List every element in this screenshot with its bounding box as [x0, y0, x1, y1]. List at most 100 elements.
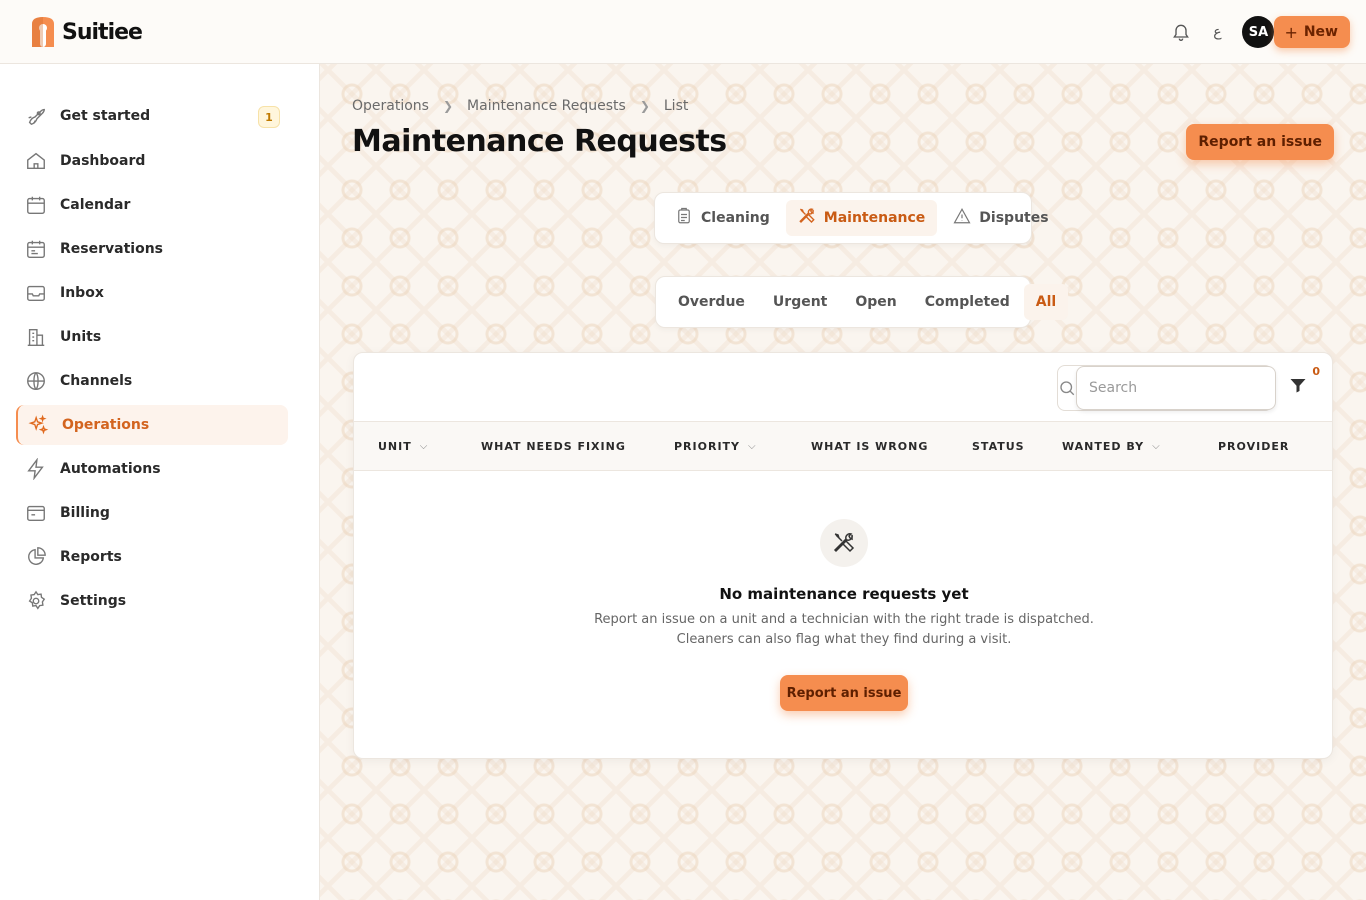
sidebar-item-label: Operations: [62, 417, 150, 433]
language-switch[interactable]: ع: [1210, 24, 1224, 40]
app-logo[interactable]: Suitiee: [30, 16, 143, 48]
pie-chart-icon: [24, 545, 48, 569]
sidebar-item-label: Automations: [60, 461, 161, 477]
page-title: Maintenance Requests: [352, 124, 727, 159]
sidebar-item-operations[interactable]: Operations: [16, 405, 288, 445]
chevron-down-icon: ⌵: [748, 440, 757, 452]
column-wanted-by[interactable]: WANTED BY ⌵: [1062, 422, 1161, 470]
column-what-needs-fixing: WHAT NEEDS FIXING: [481, 422, 626, 470]
sidebar-item-calendar[interactable]: Calendar: [16, 185, 288, 225]
empty-state-title: No maintenance requests yet: [719, 585, 969, 603]
sidebar-item-label: Units: [60, 329, 102, 345]
sidebar-item-reservations[interactable]: Reservations: [16, 229, 288, 269]
breadcrumb: Operations ❯ Maintenance Requests ❯ List: [352, 98, 688, 114]
tools-icon: [798, 207, 816, 229]
tab-disputes[interactable]: Disputes: [941, 200, 1060, 236]
empty-state-text: Report an issue on a unit and a technici…: [594, 612, 1094, 627]
sidebar-item-settings[interactable]: Settings: [16, 581, 288, 621]
lightning-icon: [24, 457, 48, 481]
search-box: [1057, 365, 1276, 411]
clipboard-icon: [675, 207, 693, 229]
chevron-down-icon: ⌵: [419, 440, 429, 452]
tab-maintenance[interactable]: Maintenance: [785, 200, 938, 236]
top-bar: Suitiee ع SA + New: [0, 0, 1366, 64]
rocket-icon: [24, 104, 48, 128]
tab-cleaning[interactable]: Cleaning: [663, 200, 782, 236]
report-issue-button[interactable]: Report an issue: [1186, 124, 1334, 160]
new-button[interactable]: + New: [1274, 16, 1350, 48]
tab-label: Disputes: [979, 210, 1049, 226]
count-badge: 1: [258, 106, 280, 128]
sidebar-item-get-started[interactable]: Get started 1: [16, 96, 288, 136]
sidebar-item-automations[interactable]: Automations: [16, 449, 288, 489]
plus-icon: +: [1284, 22, 1298, 42]
table-header: UNIT ⌵ WHAT NEEDS FIXING PRIORITY ⌵ WHAT I…: [354, 421, 1332, 471]
sidebar-item-label: Calendar: [60, 197, 131, 213]
filter-completed[interactable]: Completed: [911, 284, 1024, 320]
sidebar-item-label: Get started: [60, 108, 151, 124]
search-input[interactable]: [1076, 366, 1276, 410]
sidebar-item-label: Inbox: [60, 285, 104, 301]
globe-icon: [24, 369, 48, 393]
bell-icon[interactable]: [1170, 21, 1192, 43]
breadcrumb-operations[interactable]: Operations: [352, 98, 429, 114]
sidebar: Get started 1 Dashboard Calendar Reserva…: [0, 64, 320, 900]
column-status: STATUS: [972, 422, 1025, 470]
column-what-is-wrong: WHAT IS WRONG: [811, 422, 928, 470]
sidebar-item-dashboard[interactable]: Dashboard: [16, 141, 288, 181]
reservations-calendar-icon: [24, 237, 48, 261]
sidebar-item-label: Dashboard: [60, 153, 146, 169]
filter-icon[interactable]: [1286, 373, 1310, 397]
column-label: UNIT: [378, 439, 412, 453]
column-label: STATUS: [972, 439, 1025, 453]
sidebar-item-label: Channels: [60, 373, 133, 389]
column-priority[interactable]: PRIORITY ⌵: [674, 422, 757, 470]
sidebar-item-billing[interactable]: Billing: [16, 493, 288, 533]
column-label: PROVIDER: [1218, 439, 1290, 453]
filter-overdue[interactable]: Overdue: [664, 284, 759, 320]
sidebar-item-label: Billing: [60, 505, 110, 521]
requests-table-card: 0 UNIT ⌵ WHAT NEEDS FIXING PRIORITY ⌵ WHAT…: [353, 352, 1333, 759]
chevron-right-icon: ❯: [639, 99, 650, 113]
gear-icon: [24, 589, 48, 613]
search-icon: [1058, 379, 1076, 397]
category-tabs: Cleaning Maintenance Disputes: [654, 192, 1049, 244]
column-label: PRIORITY: [674, 439, 741, 453]
column-label: WHAT NEEDS FIXING: [481, 439, 626, 453]
sidebar-item-label: Settings: [60, 593, 127, 609]
main-content: Operations ❯ Maintenance Requests ❯ List…: [320, 64, 1366, 900]
building-icon: [24, 325, 48, 349]
sidebar-item-inbox[interactable]: Inbox: [16, 273, 288, 313]
wallet-icon: [24, 501, 48, 525]
report-issue-button[interactable]: Report an issue: [780, 675, 908, 711]
column-provider: PROVIDER: [1218, 422, 1289, 470]
home-icon: [24, 149, 48, 173]
avatar[interactable]: SA: [1242, 16, 1275, 48]
new-button-label: New: [1303, 24, 1338, 40]
tools-icon: [820, 519, 868, 567]
filter-urgent[interactable]: Urgent: [759, 284, 841, 320]
filter-open[interactable]: Open: [841, 284, 910, 320]
column-unit[interactable]: UNIT ⌵: [378, 422, 428, 470]
breadcrumb-list: List: [663, 98, 689, 114]
inbox-icon: [24, 281, 48, 305]
tab-label: Cleaning: [701, 210, 770, 226]
filter-all[interactable]: All: [1023, 284, 1069, 320]
warning-icon: [953, 207, 971, 229]
sidebar-item-units[interactable]: Units: [16, 317, 288, 357]
empty-state-text: Cleaners can also flag what they find du…: [676, 632, 1012, 647]
sidebar-item-reports[interactable]: Reports: [16, 537, 288, 577]
sidebar-item-label: Reservations: [60, 241, 163, 257]
sidebar-item-label: Reports: [60, 549, 122, 565]
breadcrumb-maintenance-requests[interactable]: Maintenance Requests: [467, 98, 626, 114]
column-label: WHAT IS WRONG: [811, 439, 929, 453]
filter-count-badge: 0: [1312, 365, 1320, 378]
tab-label: Maintenance: [823, 210, 926, 226]
chevron-down-icon: ⌵: [1152, 440, 1161, 452]
logo-icon: [32, 17, 54, 47]
app-name: Suitiee: [62, 19, 143, 45]
sidebar-item-channels[interactable]: Channels: [16, 361, 288, 401]
chevron-right-icon: ❯: [442, 99, 454, 113]
column-label: WANTED BY: [1062, 439, 1145, 453]
calendar-icon: [24, 193, 48, 217]
